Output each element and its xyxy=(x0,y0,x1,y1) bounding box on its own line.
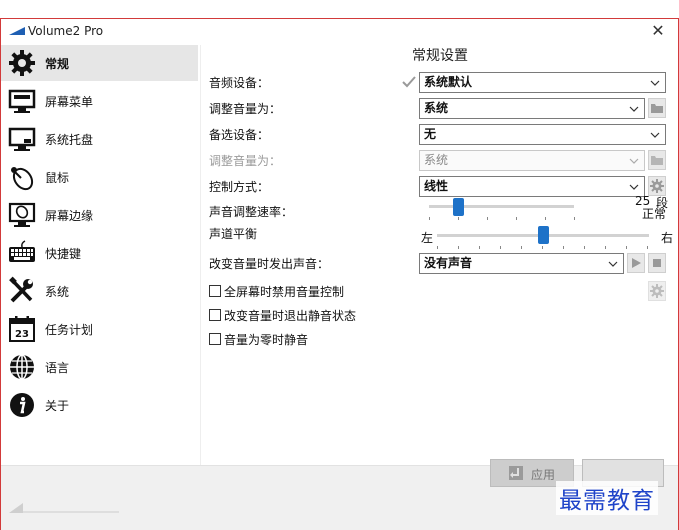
fullscreen-settings-button[interactable] xyxy=(648,281,666,301)
checkbox-unmute-on-change[interactable]: 改变音量时退出静音状态 xyxy=(209,307,356,324)
volume-indicator-line xyxy=(23,511,119,513)
sidebar-item-label: 鼠标 xyxy=(45,171,70,185)
sidebar-item-system[interactable]: 系统 xyxy=(1,273,198,309)
stop-sound-button[interactable] xyxy=(648,253,666,273)
checkmark-icon[interactable] xyxy=(401,74,417,90)
adjust-volume-alt-select[interactable]: 系统 xyxy=(419,150,645,171)
gear-icon xyxy=(650,179,664,193)
app-volume-icon xyxy=(9,27,25,35)
backup-device-value: 无 xyxy=(424,127,437,141)
sidebar-item-screen-menu[interactable]: 屏幕菜单 xyxy=(1,83,198,119)
tray-monitor-icon xyxy=(8,127,36,151)
sidebar-item-label: 系统托盘 xyxy=(45,133,94,147)
sidebar-item-language[interactable]: 语言 xyxy=(1,349,198,385)
sidebar-item-label: 屏幕边缘 xyxy=(45,209,94,223)
volume-rate-track[interactable] xyxy=(429,205,574,208)
checkbox-fullscreen-disable[interactable]: 全屏幕时禁用音量控制 xyxy=(209,283,344,300)
control-mode-label: 控制方式： xyxy=(209,180,270,194)
checkbox-mute-at-zero[interactable]: 音量为零时静音 xyxy=(209,331,308,348)
sidebar: 常规 屏幕菜单 系统托盘 鼠标 屏幕边缘 快捷键 系统 23 任务计划 语言 关… xyxy=(1,45,200,465)
balance-right-label: 右 xyxy=(661,231,674,245)
checkbox[interactable] xyxy=(209,333,221,345)
close-button[interactable]: ✕ xyxy=(646,20,670,42)
sidebar-item-hotkeys[interactable]: 快捷键 xyxy=(1,235,198,271)
control-mode-select[interactable]: 线性 xyxy=(419,176,645,197)
apply-label: 应用 xyxy=(531,468,556,482)
volume-rate-ticks xyxy=(429,217,575,220)
sidebar-item-general[interactable]: 常规 xyxy=(1,45,198,81)
folder-icon xyxy=(651,156,663,165)
sidebar-item-scheduler[interactable]: 23 任务计划 xyxy=(1,311,198,347)
checkbox-label: 改变音量时退出静音状态 xyxy=(224,309,357,323)
settings-panel: 常规设置 音频设备： 系统默认 调整音量为： 系统 备选设备： 无 调整音量为： xyxy=(200,45,678,465)
sidebar-item-label: 屏幕菜单 xyxy=(45,95,94,109)
window-title: Volume2 Pro xyxy=(28,24,104,38)
volume-grip-icon xyxy=(9,503,23,513)
play-sound-button[interactable] xyxy=(627,253,645,273)
sidebar-item-label: 任务计划 xyxy=(45,323,94,337)
chevron-down-icon xyxy=(629,158,639,164)
balance-label: 声道平衡 xyxy=(209,227,258,241)
sidebar-item-label: 关于 xyxy=(45,399,70,413)
balance-left-label: 左 xyxy=(421,231,434,245)
chevron-down-icon xyxy=(608,261,618,267)
wrench-screwdriver-icon xyxy=(9,276,33,303)
audio-device-select[interactable]: 系统默认 xyxy=(419,72,666,93)
sidebar-item-label: 常规 xyxy=(45,57,70,71)
chevron-down-icon xyxy=(650,132,660,138)
change-sound-select[interactable]: 没有声音 xyxy=(419,253,624,274)
volume-rate-label: 声音调整速率： xyxy=(209,205,294,219)
watermark-text: 最需教育 xyxy=(556,481,658,515)
app-window: Volume2 Pro ✕ 常规 屏幕菜单 系统托盘 鼠标 屏幕边缘 快捷键 系… xyxy=(0,18,679,530)
globe-icon xyxy=(10,354,34,380)
apply-icon xyxy=(509,466,523,480)
info-icon xyxy=(10,393,34,417)
sidebar-item-label: 语言 xyxy=(45,361,70,375)
sidebar-item-label: 快捷键 xyxy=(45,247,82,261)
backup-device-select[interactable]: 无 xyxy=(419,124,666,145)
calendar-icon: 23 xyxy=(9,316,35,342)
checkbox[interactable] xyxy=(209,285,221,297)
mouse-icon xyxy=(11,167,34,191)
adjust-volume-label: 调整音量为： xyxy=(209,102,282,116)
play-icon xyxy=(632,258,641,268)
stop-icon xyxy=(653,259,661,267)
adjust-volume-value: 系统 xyxy=(424,101,449,115)
change-sound-label: 改变音量时发出声音： xyxy=(209,257,330,271)
control-mode-value: 线性 xyxy=(424,179,449,193)
monitor-icon xyxy=(8,89,36,113)
adjust-volume-alt-label: 调整音量为： xyxy=(209,154,282,168)
screen-edge-mouse-icon xyxy=(8,202,36,227)
control-mode-settings-button[interactable] xyxy=(648,176,666,196)
page-title: 常规设置 xyxy=(412,48,468,64)
chevron-down-icon xyxy=(629,106,639,112)
folder-button[interactable] xyxy=(648,98,666,118)
audio-device-value: 系统默认 xyxy=(424,75,473,89)
checkbox[interactable] xyxy=(209,309,221,321)
sidebar-item-screen-edge[interactable]: 屏幕边缘 xyxy=(1,197,198,233)
checkbox-label: 全屏幕时禁用音量控制 xyxy=(224,285,345,299)
balance-slider-thumb[interactable] xyxy=(538,226,549,244)
backup-device-label: 备选设备： xyxy=(209,128,270,142)
folder-icon xyxy=(651,104,663,113)
volume-rate-slider-thumb[interactable] xyxy=(453,198,464,216)
calendar-day-number: 23 xyxy=(15,329,29,340)
volume-rate-mode: 正常 xyxy=(642,207,667,221)
change-sound-value: 没有声音 xyxy=(424,256,473,270)
checkbox-label: 音量为零时静音 xyxy=(224,333,309,347)
sidebar-item-label: 系统 xyxy=(45,285,70,299)
balance-ticks xyxy=(437,246,648,249)
sidebar-item-system-tray[interactable]: 系统托盘 xyxy=(1,121,198,157)
adjust-volume-select[interactable]: 系统 xyxy=(419,98,645,119)
audio-device-label: 音频设备： xyxy=(209,76,270,90)
sidebar-item-mouse[interactable]: 鼠标 xyxy=(1,159,198,195)
gear-icon xyxy=(9,50,35,76)
adjust-volume-alt-value: 系统 xyxy=(424,153,449,167)
chevron-down-icon xyxy=(650,80,660,86)
sidebar-item-about[interactable]: 关于 xyxy=(1,387,198,423)
title-bar: Volume2 Pro ✕ xyxy=(1,19,678,45)
keyboard-icon xyxy=(9,240,35,262)
gear-icon xyxy=(650,284,664,298)
folder-button-disabled[interactable] xyxy=(648,150,666,170)
